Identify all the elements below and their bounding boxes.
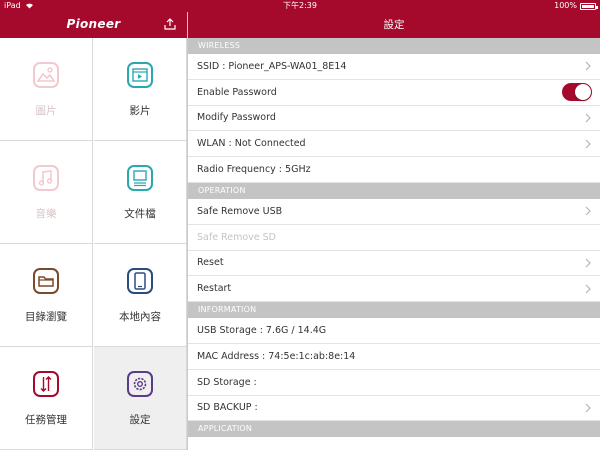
folder-icon bbox=[33, 267, 59, 294]
section-header-wireless: WIRELESS bbox=[188, 38, 600, 54]
phone-icon bbox=[127, 267, 153, 294]
row-label: Restart bbox=[197, 283, 232, 295]
chevron-right-icon bbox=[585, 284, 591, 294]
tile-settings[interactable]: 設定 bbox=[94, 347, 187, 450]
tile-label: 本地內容 bbox=[119, 310, 161, 323]
page-title: 設定 bbox=[188, 12, 600, 38]
tile-task-manager[interactable]: 任務管理 bbox=[0, 347, 93, 450]
chevron-right-icon bbox=[585, 113, 591, 123]
tile-local-content[interactable]: 本地內容 bbox=[94, 244, 187, 347]
row-mac-address: MAC Address : 74:5e:1c:ab:8e:14 bbox=[188, 343, 600, 370]
row-label: Enable Password bbox=[197, 86, 277, 98]
row-label: Modify Password bbox=[197, 112, 276, 124]
row-label: SSID : Pioneer_APS-WA01_8E14 bbox=[197, 60, 347, 72]
section-header-operation: OPERATION bbox=[188, 182, 600, 199]
chevron-right-icon bbox=[585, 61, 591, 71]
tile-label: 圖片 bbox=[35, 104, 57, 117]
section-header-application: APPLICATION bbox=[188, 421, 600, 438]
tile-label: 任務管理 bbox=[25, 413, 67, 426]
photo-icon bbox=[33, 61, 59, 88]
tile-label: 音樂 bbox=[35, 207, 57, 220]
row-label: SD BACKUP : bbox=[197, 402, 258, 414]
row-label: WLAN : Not Connected bbox=[197, 138, 306, 150]
tile-directory[interactable]: 目錄瀏覽 bbox=[0, 244, 93, 347]
row-enable-password: Enable Password bbox=[188, 79, 600, 106]
row-ssid[interactable]: SSID : Pioneer_APS-WA01_8E14 bbox=[188, 54, 600, 80]
row-wlan[interactable]: WLAN : Not Connected bbox=[188, 131, 600, 158]
row-label: SD Storage : bbox=[197, 376, 257, 388]
chevron-right-icon bbox=[585, 403, 591, 413]
battery-icon bbox=[580, 2, 598, 10]
status-time: 下午2:39 bbox=[283, 1, 317, 10]
chevron-right-icon bbox=[585, 206, 591, 216]
row-label: Safe Remove USB bbox=[197, 205, 283, 217]
row-radio-frequency: Radio Frequency : 5GHz bbox=[188, 157, 600, 183]
document-icon bbox=[127, 164, 153, 191]
row-sd-backup[interactable]: SD BACKUP : bbox=[188, 395, 600, 422]
enable-password-toggle[interactable] bbox=[562, 83, 592, 102]
row-label: Radio Frequency : 5GHz bbox=[197, 164, 311, 176]
tile-label: 設定 bbox=[129, 413, 151, 426]
chevron-right-icon bbox=[585, 258, 591, 268]
upload-icon[interactable] bbox=[163, 17, 177, 31]
status-bar: iPad 下午2:39 100% bbox=[0, 0, 600, 12]
battery-text: 100% bbox=[554, 1, 577, 10]
toggle-knob bbox=[575, 84, 591, 101]
transfer-icon bbox=[33, 370, 59, 397]
row-restart[interactable]: Restart bbox=[188, 276, 600, 303]
tile-label: 影片 bbox=[129, 104, 151, 117]
pioneer-logo: Pioneer bbox=[66, 17, 121, 31]
tile-label: 目錄瀏覽 bbox=[25, 310, 67, 323]
tile-label: 文件檔 bbox=[124, 207, 156, 220]
row-sd-storage: SD Storage : bbox=[188, 369, 600, 396]
chevron-right-icon bbox=[585, 139, 591, 149]
row-safe-remove-sd: Safe Remove SD bbox=[188, 224, 600, 251]
tile-documents[interactable]: 文件檔 bbox=[94, 141, 187, 244]
row-modify-password[interactable]: Modify Password bbox=[188, 105, 600, 132]
row-label: Safe Remove SD bbox=[197, 231, 276, 243]
tile-music[interactable]: 音樂 bbox=[0, 141, 93, 244]
function-grid: 圖片 影片 音樂 文件檔 目錄瀏覽 本地內容 任務管理 設定 bbox=[0, 38, 187, 450]
row-label: Reset bbox=[197, 257, 224, 269]
row-usb-storage: USB Storage : 7.6G / 14.4G bbox=[188, 318, 600, 344]
video-icon bbox=[127, 61, 153, 88]
section-header-information: INFORMATION bbox=[188, 302, 600, 319]
status-battery: 100% bbox=[554, 0, 598, 12]
row-label: USB Storage : 7.6G / 14.4G bbox=[197, 325, 327, 337]
gear-icon bbox=[127, 370, 153, 397]
row-reset[interactable]: Reset bbox=[188, 250, 600, 277]
row-safe-remove-usb[interactable]: Safe Remove USB bbox=[188, 198, 600, 225]
music-icon bbox=[33, 164, 59, 191]
tile-photos[interactable]: 圖片 bbox=[0, 38, 93, 141]
row-label: MAC Address : 74:5e:1c:ab:8e:14 bbox=[197, 350, 356, 362]
tile-videos[interactable]: 影片 bbox=[94, 38, 187, 141]
settings-list: WIRELESS SSID : Pioneer_APS-WA01_8E14 En… bbox=[188, 38, 600, 450]
sidebar-header: Pioneer bbox=[0, 12, 187, 38]
